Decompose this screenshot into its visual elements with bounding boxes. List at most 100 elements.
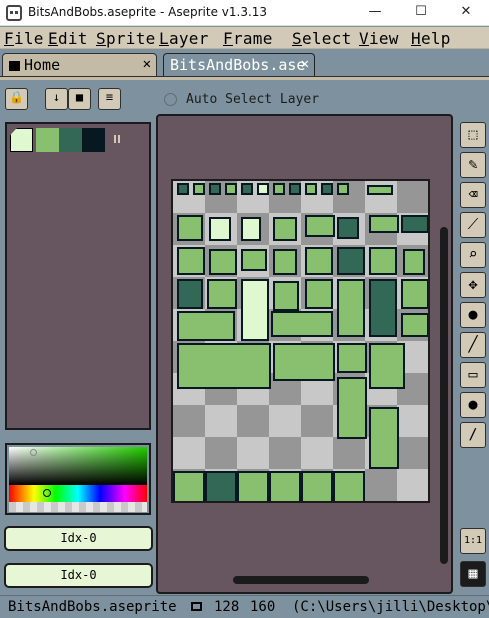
sprite-shelf	[401, 279, 428, 309]
palette-swatch-0[interactable]	[10, 128, 33, 152]
foreground-color-button[interactable]: Idx-0	[4, 526, 153, 551]
zoom-1to1-label: 1:1	[463, 535, 483, 546]
sprite-drawer	[305, 247, 333, 275]
menu-frame[interactable]: Frame	[223, 29, 273, 48]
sprite-canvas[interactable]	[171, 179, 430, 503]
sprite-monitor	[305, 215, 335, 237]
line-tool[interactable]: ╱	[460, 332, 486, 358]
menu-layer[interactable]: Layer	[159, 29, 209, 48]
sprite-floor-brick	[333, 471, 365, 501]
sprite-sofa	[177, 311, 235, 341]
tab-home-close-icon[interactable]: ✕	[143, 56, 151, 72]
eyedropper-tool[interactable]: ⟋	[460, 212, 486, 238]
sprite-vase	[193, 183, 205, 195]
tab-home[interactable]: Home ✕	[2, 53, 157, 76]
hue-marker[interactable]	[43, 489, 51, 497]
blur-icon: ∕	[468, 425, 478, 443]
sprite-stove	[177, 279, 203, 309]
zoom-icon: ⌕	[468, 245, 478, 263]
sprite-bowl-large	[241, 249, 267, 271]
saturation-value-field[interactable]	[9, 447, 147, 485]
sprite-floor-lines	[269, 471, 301, 501]
sprite-counter	[207, 279, 237, 309]
paint-bucket-tool[interactable]: ●	[460, 302, 486, 328]
sprite-bone	[367, 185, 393, 195]
move-icon: ✥	[468, 275, 478, 293]
rectangular-marquee-tool[interactable]: ⬚	[460, 122, 486, 148]
document-tabs: Home ✕ BitsAndBobs.ase ✕	[0, 50, 489, 77]
timeline-toggle-button[interactable]: ▦	[460, 561, 486, 587]
eyedropper-icon: ⟋	[467, 215, 479, 233]
sv-marker[interactable]	[30, 449, 37, 456]
sprite-side-table	[337, 343, 367, 373]
stop-button[interactable]: ■	[68, 88, 91, 110]
maximize-button[interactable]: ☐	[398, 0, 444, 26]
sprite-bathtub	[337, 279, 365, 337]
sprite-rug	[369, 279, 397, 337]
sprite-floor-herringbone	[301, 471, 333, 501]
tab-divider	[0, 76, 489, 80]
menu-sprite[interactable]: Sprite	[96, 29, 156, 48]
status-bar: BitsAndBobs.aseprite 128 160 (C:\Users\j…	[0, 595, 489, 618]
palette-menu-button[interactable]: ≡	[98, 88, 121, 110]
hue-slider[interactable]	[9, 485, 147, 502]
sprite-floor-stripes	[173, 471, 205, 501]
eraser-icon: ⌫	[468, 185, 478, 203]
palette-swatch-1[interactable]	[36, 128, 59, 152]
close-window-button[interactable]: ✕	[443, 0, 489, 26]
rectangle-icon: ▭	[468, 365, 478, 383]
sprite-dresser	[305, 279, 333, 309]
eraser-tool[interactable]: ⌫	[460, 182, 486, 208]
sprite-bottle	[209, 183, 221, 195]
alpha-slider[interactable]	[9, 502, 147, 512]
color-picker	[5, 443, 151, 515]
vertical-scrollbar[interactable]	[440, 227, 448, 564]
zoom-1to1-button[interactable]: 1:1	[460, 528, 486, 554]
palette-resize-handle[interactable]	[114, 135, 120, 143]
menu-help[interactable]: Help	[411, 29, 451, 48]
menu-view[interactable]: View	[359, 29, 399, 48]
window-titlebar: BitsAndBobs.aseprite - Aseprite v1.3.13 …	[0, 0, 489, 26]
sprite-kettle	[337, 183, 349, 195]
sprite-fridge	[241, 279, 269, 341]
menu-select[interactable]: Select	[292, 29, 352, 48]
rectangle-tool[interactable]: ▭	[460, 362, 486, 388]
auto-select-checkbox[interactable]	[164, 93, 177, 106]
menu-file[interactable]: File	[4, 29, 44, 48]
timeline-icon: ▦	[468, 564, 478, 582]
horizontal-scrollbar[interactable]	[233, 576, 369, 584]
tab-bitsandbobs-label: BitsAndBobs.ase	[170, 56, 306, 74]
status-width: 128	[214, 599, 240, 615]
contour-icon: ●	[468, 395, 478, 413]
background-color-button[interactable]: Idx-0	[4, 563, 153, 588]
sprite-pot	[273, 217, 297, 241]
down-button[interactable]: ↓	[45, 88, 68, 110]
down-arrow-icon: ↓	[52, 90, 61, 104]
contour-tool[interactable]: ●	[460, 392, 486, 418]
window-title: BitsAndBobs.aseprite - Aseprite v1.3.13	[28, 5, 268, 19]
sprite-bowl	[305, 183, 317, 195]
zoom-tool[interactable]: ⌕	[460, 242, 486, 268]
sprite-window	[369, 215, 399, 233]
lock-button[interactable]: 🔒	[5, 88, 28, 110]
sprite-bookcase	[337, 377, 367, 439]
blur-tool[interactable]: ∕	[460, 422, 486, 448]
tab-bitsandbobs[interactable]: BitsAndBobs.ase ✕	[163, 53, 315, 76]
minimize-button[interactable]: —	[352, 0, 398, 26]
tab-home-label: Home	[24, 56, 61, 74]
sprite-cup	[177, 183, 189, 195]
sprite-jar	[241, 183, 253, 195]
sprite-bench	[271, 311, 333, 337]
sprite-lamp	[321, 183, 333, 195]
tab-bitsandbobs-close-icon[interactable]: ✕	[301, 56, 309, 72]
palette-swatch-2[interactable]	[59, 128, 82, 152]
palette-swatch-3[interactable]	[82, 128, 105, 152]
pencil-tool[interactable]: ✎	[460, 152, 486, 178]
sprite-floor-checker	[205, 471, 237, 501]
sprite-keyboard	[401, 215, 428, 233]
menu-icon: ≡	[105, 90, 114, 104]
menu-edit[interactable]: Edit	[48, 29, 88, 48]
move-tool[interactable]: ✥	[460, 272, 486, 298]
square-icon: ■	[75, 90, 84, 104]
marquee-icon: ⬚	[468, 125, 478, 143]
